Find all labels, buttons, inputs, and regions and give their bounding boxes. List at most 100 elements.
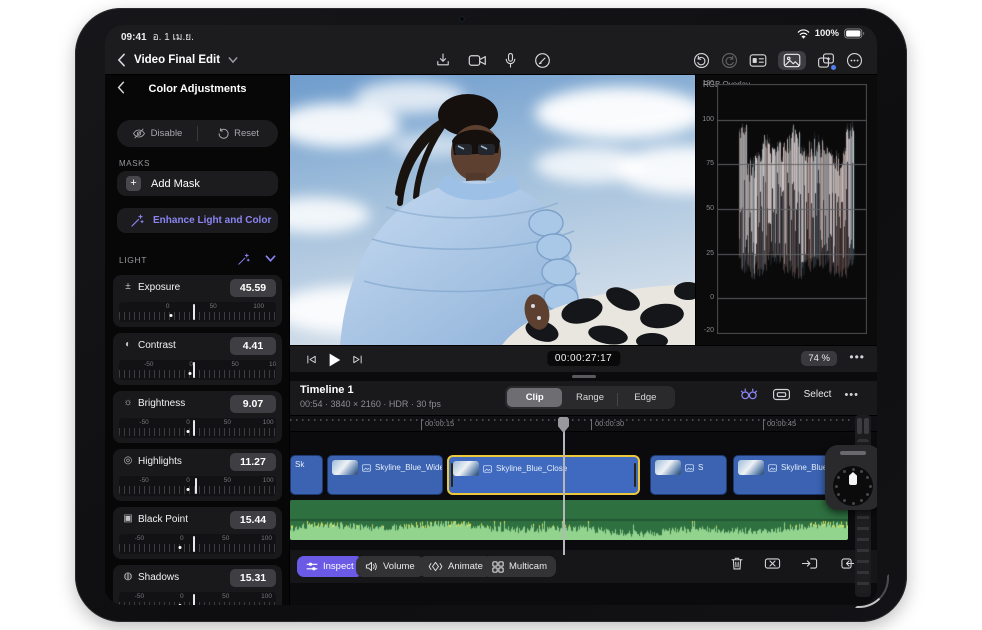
- add-mask-button[interactable]: + Add Mask: [117, 171, 278, 196]
- slider-handle[interactable]: [193, 362, 195, 378]
- scope-y-label: 120: [696, 80, 714, 87]
- title-chevron-down-icon[interactable]: [228, 56, 238, 64]
- tick-label: 100: [269, 361, 276, 368]
- reset-button[interactable]: Reset: [198, 120, 278, 147]
- trim-handle-left[interactable]: [451, 463, 453, 487]
- slider-ruler[interactable]: -50 0 50 100: [119, 592, 276, 605]
- slider-value[interactable]: 45.59: [230, 279, 276, 297]
- effects-library-icon[interactable]: [817, 52, 835, 69]
- slider-label: Shadows: [138, 572, 179, 583]
- slider-value[interactable]: 15.44: [230, 511, 276, 529]
- slider-handle[interactable]: [193, 594, 195, 605]
- skip-back-icon[interactable]: [304, 353, 318, 366]
- slider-value[interactable]: 15.31: [230, 569, 276, 587]
- enhance-button[interactable]: Enhance Light and Color: [117, 208, 278, 233]
- scope-y-label: 0: [696, 294, 714, 301]
- default-dot: [187, 430, 190, 433]
- slider-handle[interactable]: [195, 478, 197, 494]
- mode-range[interactable]: Range: [562, 388, 617, 407]
- media-browser-icon[interactable]: [778, 51, 806, 70]
- slider-value[interactable]: 4.41: [230, 337, 276, 355]
- slider-value[interactable]: 9.07: [230, 395, 276, 413]
- highlights-icon: ◎: [122, 455, 134, 466]
- timeline-ruler[interactable]: 00:00:15 00:00:30 00:00:45: [290, 415, 877, 432]
- microphone-icon[interactable]: [504, 52, 517, 69]
- skip-forward-icon[interactable]: [351, 353, 365, 366]
- media-icon: [362, 464, 371, 472]
- slider-ruler[interactable]: -50 0 50 100: [119, 360, 276, 380]
- slider-ruler[interactable]: 0 50 100: [119, 302, 276, 322]
- contrast-icon: ◐: [122, 339, 134, 350]
- back-chevron-icon[interactable]: [117, 53, 126, 67]
- trash-icon[interactable]: [730, 556, 744, 571]
- scope-y-label: 100: [696, 116, 714, 123]
- multicam-label: Multicam: [509, 561, 547, 572]
- video-preview[interactable]: [290, 75, 695, 345]
- tick-label: 0: [166, 303, 170, 310]
- slider-handle[interactable]: [193, 536, 195, 552]
- clip-skyline-blue-close[interactable]: Skyline_Blue_Close: [447, 455, 640, 495]
- light-collapse-chevron-icon[interactable]: [265, 254, 276, 263]
- stage: 09:41 อ. 1 เม.ย. 100%: [0, 0, 982, 630]
- slider-value[interactable]: 11.27: [230, 453, 276, 471]
- trim-handle-right[interactable]: [634, 463, 636, 487]
- tick-label: -50: [144, 361, 153, 368]
- clip-skyline-short[interactable]: S: [650, 455, 727, 495]
- tick-label: 100: [263, 419, 274, 426]
- viewer-display-options-icon[interactable]: [749, 53, 767, 68]
- overwrite-clip-icon[interactable]: [838, 556, 855, 571]
- clip-overlay-icon[interactable]: [772, 387, 791, 402]
- clip-thumbnail: [738, 460, 764, 475]
- light-wand-icon[interactable]: [237, 253, 250, 266]
- playhead-line[interactable]: [563, 418, 565, 555]
- blade-clip-icon[interactable]: [764, 556, 781, 571]
- tick-label: 50: [224, 419, 231, 426]
- redo-icon[interactable]: [721, 52, 738, 69]
- tick-label: 100: [263, 477, 274, 484]
- mode-clip[interactable]: Clip: [507, 388, 562, 407]
- battery-percent: 100%: [815, 28, 839, 39]
- slider-handle[interactable]: [193, 304, 195, 320]
- slider-ruler[interactable]: -50 0 50 100: [119, 534, 276, 554]
- disable-button[interactable]: Disable: [117, 120, 197, 147]
- project-title[interactable]: Video Final Edit: [134, 54, 220, 66]
- insert-clip-icon[interactable]: [801, 556, 818, 571]
- select-label[interactable]: Select: [804, 389, 832, 400]
- volume-button[interactable]: Volume: [356, 556, 424, 577]
- clip-skyline-blue-wide[interactable]: Skyline_Blue_Wide: [327, 455, 443, 495]
- app-screen: 09:41 อ. 1 เม.ย. 100%: [105, 25, 877, 605]
- keyframe-diamond-icon: [428, 561, 443, 572]
- trim-tools-icon[interactable]: [739, 387, 759, 402]
- black-point-icon: ▣: [122, 513, 134, 524]
- magic-wand-icon: [130, 214, 144, 228]
- viewer-more-icon[interactable]: •••: [849, 350, 865, 364]
- undo-icon[interactable]: [693, 52, 710, 69]
- slider-label: Exposure: [138, 282, 180, 293]
- multicam-grid-icon: [492, 561, 504, 573]
- video-camera-icon[interactable]: [468, 53, 487, 68]
- more-options-icon[interactable]: [846, 52, 863, 69]
- slider-handle[interactable]: [193, 420, 195, 436]
- pencil-annotate-icon[interactable]: [534, 52, 551, 69]
- clip-thumbnail: [332, 460, 358, 475]
- audio-waveform-track[interactable]: [290, 500, 848, 540]
- animate-button[interactable]: Animate: [419, 556, 492, 577]
- viewer-zoom-level[interactable]: 74 %: [801, 351, 837, 366]
- timeline-drag-handle[interactable]: [572, 375, 596, 378]
- timeline-more-icon[interactable]: •••: [844, 389, 859, 401]
- slider-ruler[interactable]: -50 0 50 100: [119, 476, 276, 496]
- jog-wheel-panel[interactable]: [825, 445, 877, 510]
- multicam-button[interactable]: Multicam: [483, 556, 556, 577]
- jog-dial[interactable]: [833, 466, 873, 506]
- slider-ruler[interactable]: -50 0 50 100: [119, 418, 276, 438]
- play-button[interactable]: [327, 352, 342, 368]
- jog-grip-handle[interactable]: [840, 451, 866, 455]
- clip-skyline-partial[interactable]: Sk: [290, 455, 323, 495]
- tick-label: 50: [224, 477, 231, 484]
- mode-edge[interactable]: Edge: [618, 388, 673, 407]
- import-icon[interactable]: [435, 52, 451, 68]
- tick-label: -50: [135, 535, 144, 542]
- inspect-button[interactable]: Inspect: [297, 556, 363, 577]
- timeline-info: 00:54 · 3840 × 2160 · HDR · 30 fps: [300, 399, 441, 409]
- clip-name: S: [698, 463, 703, 472]
